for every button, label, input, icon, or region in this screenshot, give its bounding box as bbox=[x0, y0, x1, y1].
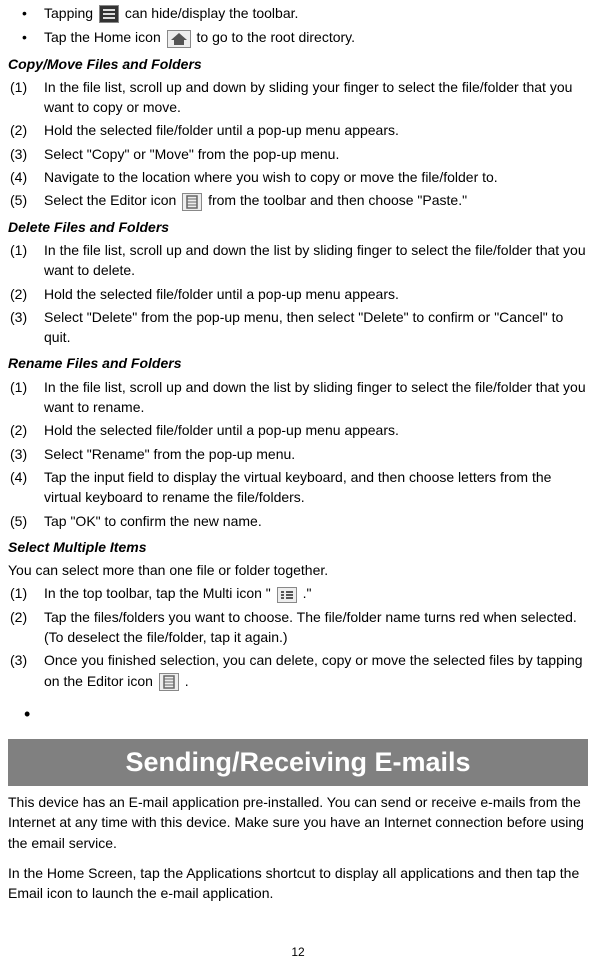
toolbar-toggle-icon bbox=[99, 5, 119, 23]
list-item: (3) Select "Copy" or "Move" from the pop… bbox=[8, 144, 588, 164]
step-text: Tap the input field to display the virtu… bbox=[44, 467, 588, 508]
step-number: (1) bbox=[8, 77, 44, 118]
text-part: Select the Editor icon bbox=[44, 192, 180, 208]
list-item: (5) Tap "OK" to confirm the new name. bbox=[8, 511, 588, 531]
step-text: Once you finished selection, you can del… bbox=[44, 650, 588, 691]
bullet-text: Tap the Home icon to go to the root dire… bbox=[44, 27, 588, 47]
list-item: (2) Hold the selected file/folder until … bbox=[8, 120, 588, 140]
step-number: (1) bbox=[8, 377, 44, 418]
editor-icon bbox=[182, 193, 202, 211]
section-title-copy: Copy/Move Files and Folders bbox=[8, 54, 588, 74]
text-part: Once you finished selection, you can del… bbox=[44, 652, 583, 688]
heading-email: Sending/Receiving E-mails bbox=[8, 739, 588, 786]
step-text: Navigate to the location where you wish … bbox=[44, 167, 588, 187]
step-number: (5) bbox=[8, 511, 44, 531]
text-part: Tap the Home icon bbox=[44, 29, 165, 45]
step-text: Tap the files/folders you want to choose… bbox=[44, 607, 588, 648]
text-part: ." bbox=[303, 585, 312, 601]
step-number: (2) bbox=[8, 607, 44, 648]
list-item: (4) Navigate to the location where you w… bbox=[8, 167, 588, 187]
step-number: (1) bbox=[8, 240, 44, 281]
step-text: In the file list, scroll up and down the… bbox=[44, 377, 588, 418]
step-text: In the file list, scroll up and down by … bbox=[44, 77, 588, 118]
text-part: In the top toolbar, tap the Multi icon " bbox=[44, 585, 271, 601]
list-item: (2) Tap the files/folders you want to ch… bbox=[8, 607, 588, 648]
text-part: . bbox=[185, 673, 189, 689]
step-number: (2) bbox=[8, 284, 44, 304]
step-text: Select "Copy" or "Move" from the pop-up … bbox=[44, 144, 588, 164]
home-icon bbox=[167, 30, 191, 48]
email-para-2: In the Home Screen, tap the Applications… bbox=[8, 863, 588, 904]
section-title-multi: Select Multiple Items bbox=[8, 537, 588, 557]
step-number: (5) bbox=[8, 190, 44, 210]
step-text: Tap "OK" to confirm the new name. bbox=[44, 511, 588, 531]
step-number: (3) bbox=[8, 650, 44, 691]
empty-bullet: • bbox=[8, 701, 588, 727]
step-number: (3) bbox=[8, 144, 44, 164]
list-item: (1) In the file list, scroll up and down… bbox=[8, 377, 588, 418]
step-text: Select the Editor icon from the toolbar … bbox=[44, 190, 588, 210]
bullet-item: • Tap the Home icon to go to the root di… bbox=[8, 27, 588, 47]
list-item: (1) In the file list, scroll up and down… bbox=[8, 77, 588, 118]
text-part: Tapping bbox=[44, 5, 97, 21]
step-text: In the top toolbar, tap the Multi icon "… bbox=[44, 583, 588, 603]
list-item: (3) Select "Delete" from the pop-up menu… bbox=[8, 307, 588, 348]
email-para-1: This device has an E-mail application pr… bbox=[8, 792, 588, 853]
section-title-rename: Rename Files and Folders bbox=[8, 353, 588, 373]
step-number: (4) bbox=[8, 167, 44, 187]
list-item: (1) In the file list, scroll up and down… bbox=[8, 240, 588, 281]
step-text: Hold the selected file/folder until a po… bbox=[44, 284, 588, 304]
intro-text: You can select more than one file or fol… bbox=[8, 560, 588, 580]
text-part: to go to the root directory. bbox=[197, 29, 356, 45]
step-number: (2) bbox=[8, 420, 44, 440]
bullet-text: Tapping can hide/display the toolbar. bbox=[44, 3, 588, 23]
step-text: Select "Rename" from the pop-up menu. bbox=[44, 444, 588, 464]
step-number: (3) bbox=[8, 444, 44, 464]
section-title-delete: Delete Files and Folders bbox=[8, 217, 588, 237]
step-number: (1) bbox=[8, 583, 44, 603]
bullet-marker: • bbox=[22, 3, 44, 23]
list-item: (2) Hold the selected file/folder until … bbox=[8, 284, 588, 304]
list-item: (5) Select the Editor icon from the tool… bbox=[8, 190, 588, 210]
text-part: can hide/display the toolbar. bbox=[125, 5, 299, 21]
step-number: (3) bbox=[8, 307, 44, 348]
step-text: Select "Delete" from the pop-up menu, th… bbox=[44, 307, 588, 348]
text-part: from the toolbar and then choose "Paste.… bbox=[208, 192, 467, 208]
bullet-item: • Tapping can hide/display the toolbar. bbox=[8, 3, 588, 23]
step-text: Hold the selected file/folder until a po… bbox=[44, 120, 588, 140]
step-text: In the file list, scroll up and down the… bbox=[44, 240, 588, 281]
editor-icon bbox=[159, 673, 179, 691]
list-item: (1) In the top toolbar, tap the Multi ic… bbox=[8, 583, 588, 603]
step-number: (4) bbox=[8, 467, 44, 508]
list-item: (4) Tap the input field to display the v… bbox=[8, 467, 588, 508]
multi-icon bbox=[277, 587, 297, 603]
bullet-marker: • bbox=[22, 27, 44, 47]
page-number: 12 bbox=[8, 944, 588, 961]
list-item: (3) Select "Rename" from the pop-up menu… bbox=[8, 444, 588, 464]
step-number: (2) bbox=[8, 120, 44, 140]
list-item: (3) Once you finished selection, you can… bbox=[8, 650, 588, 691]
list-item: (2) Hold the selected file/folder until … bbox=[8, 420, 588, 440]
step-text: Hold the selected file/folder until a po… bbox=[44, 420, 588, 440]
